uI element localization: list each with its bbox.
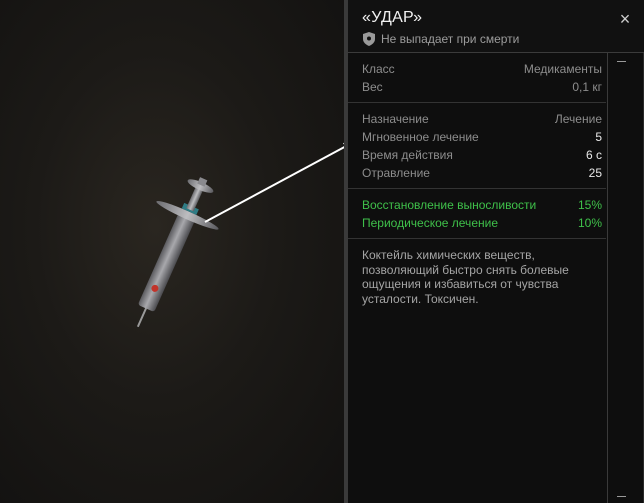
stat-label: Время действия	[362, 148, 453, 162]
scrollbar[interactable]	[611, 53, 633, 503]
bonus-row-periodic-heal: Периодическое лечение 10%	[348, 214, 606, 232]
item-header: «УДАР» × Не выпадает при смерти	[348, 0, 644, 53]
close-icon[interactable]: ×	[616, 10, 634, 28]
scrollbar-divider	[607, 53, 608, 503]
shield-icon	[363, 32, 375, 46]
bonus-label: Периодическое лечение	[362, 216, 498, 230]
info-label: Вес	[362, 80, 383, 94]
scroll-down-icon[interactable]	[617, 496, 626, 497]
info-row-class: Класс Медикаменты	[348, 60, 606, 78]
stat-row-duration: Время действия 6 с	[348, 146, 606, 164]
stat-row-poison: Отравление 25	[348, 164, 606, 182]
stat-label: Назначение	[362, 112, 429, 126]
bonus-value: 15%	[577, 198, 602, 212]
stat-label: Мгновенное лечение	[362, 130, 479, 144]
bonus-section: Восстановление выносливости 15% Периодич…	[348, 189, 606, 239]
info-row-weight: Вес 0,1 кг	[348, 78, 606, 96]
item-preview-viewport	[0, 0, 344, 503]
bonus-value: 10%	[577, 216, 602, 230]
stat-value: 25	[588, 166, 602, 180]
item-title: «УДАР»	[362, 9, 423, 26]
stat-value: Лечение	[554, 112, 602, 126]
info-value: Медикаменты	[523, 62, 602, 76]
info-value: 0,1 кг	[572, 80, 602, 94]
item-info-panel: «УДАР» × Не выпадает при смерти Класс Ме…	[344, 0, 644, 503]
stat-label: Отравление	[362, 166, 430, 180]
bonus-label: Восстановление выносливости	[362, 198, 537, 212]
scroll-up-icon[interactable]	[617, 61, 626, 62]
stat-value: 6 с	[585, 148, 602, 162]
stats-section: Назначение Лечение Мгновенное лечение 5 …	[348, 103, 606, 189]
stat-row-purpose: Назначение Лечение	[348, 110, 606, 128]
syringe-illustration	[136, 142, 344, 328]
item-subtitle: Не выпадает при смерти	[381, 32, 520, 46]
bonus-row-stamina: Восстановление выносливости 15%	[348, 196, 606, 214]
info-label: Класс	[362, 62, 395, 76]
item-details: Класс Медикаменты Вес 0,1 кг Назначение …	[348, 53, 606, 306]
stat-value: 5	[595, 130, 602, 144]
item-description: Коктейль химических веществ, позволяющий…	[362, 248, 569, 306]
stat-row-instant-heal: Мгновенное лечение 5	[348, 128, 606, 146]
info-section: Класс Медикаменты Вес 0,1 кг	[348, 53, 606, 103]
